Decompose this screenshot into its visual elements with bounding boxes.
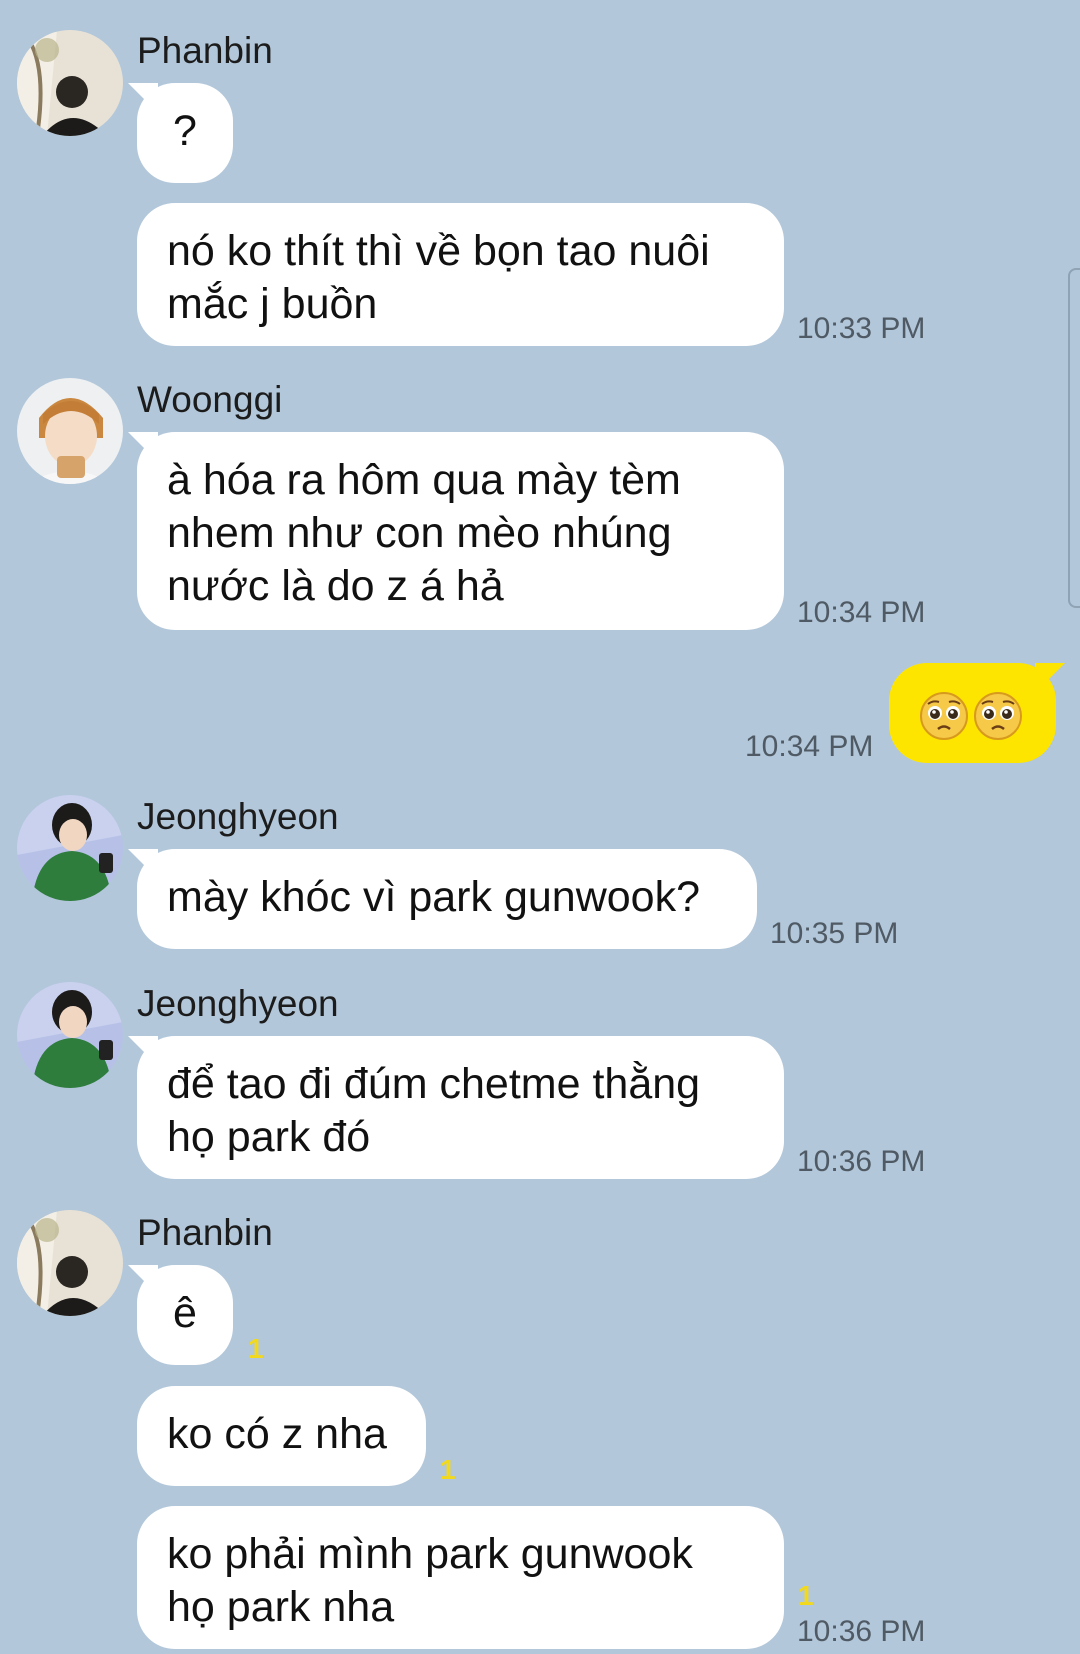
message-time: 10:35 PM [770, 917, 899, 950]
message-line: nhem như con mèo nhúng [167, 509, 672, 557]
avatar-phanbin[interactable] [17, 30, 123, 136]
chat-room[interactable]: Phanbin ? nó ko thít thì về bọn tao nuôi… [0, 0, 1080, 1654]
message-bubble[interactable]: mày khóc vì park gunwook? [137, 849, 757, 949]
avatar-woonggi[interactable] [17, 378, 123, 484]
scrollbar[interactable] [1068, 268, 1080, 608]
pleading-face-icon [920, 691, 968, 740]
message-line: nước là do z á hả [167, 562, 504, 610]
message-bubble[interactable]: để tao đi đúm chetme thằng họ park đó [137, 1036, 784, 1179]
sender-name: Phanbin [137, 30, 273, 71]
sender-name: Woonggi [137, 379, 283, 420]
sender-name: Phanbin [137, 1212, 273, 1253]
pleading-face-icon [974, 691, 1022, 740]
message-text: mày khóc vì park gunwook? [167, 873, 700, 921]
message-time: 10:33 PM [797, 312, 926, 345]
message-line: họ park nha [167, 1583, 395, 1631]
message-bubble[interactable]: ê [137, 1265, 233, 1365]
unread-count: 1 [440, 1454, 456, 1485]
message-text: ê [173, 1289, 197, 1337]
message-time: 10:36 PM [797, 1615, 926, 1648]
message-line: mắc j buồn [167, 280, 378, 328]
message-bubble[interactable]: ko có z nha [137, 1386, 426, 1486]
message-bubble[interactable]: nó ko thít thì về bọn tao nuôi mắc j buồ… [137, 203, 784, 346]
unread-count: 1 [248, 1333, 264, 1364]
message-line: ko phải mình park gunwook [167, 1530, 693, 1578]
message-bubble[interactable]: ko phải mình park gunwook họ park nha [137, 1506, 784, 1649]
avatar-jeonghyeon[interactable] [17, 982, 123, 1088]
message-line: để tao đi đúm chetme thằng [167, 1060, 701, 1108]
message-text: ko có z nha [167, 1410, 387, 1458]
message-bubble[interactable]: à hóa ra hôm qua mày tèm nhem như con mè… [137, 432, 784, 630]
message-line: à hóa ra hôm qua mày tèm [167, 456, 681, 504]
sender-name: Jeonghyeon [137, 983, 339, 1024]
message-line: nó ko thít thì về bọn tao nuôi [167, 227, 710, 275]
message-time: 10:34 PM [797, 596, 926, 629]
message-text: ? [173, 107, 197, 155]
unread-count: 1 [798, 1580, 814, 1611]
message-line: họ park đó [167, 1113, 371, 1161]
outgoing-message-bubble[interactable] [889, 663, 1056, 763]
message-time: 10:36 PM [797, 1145, 926, 1178]
message-bubble[interactable]: ? [137, 83, 233, 183]
avatar-phanbin[interactable] [17, 1210, 123, 1316]
sender-name: Jeonghyeon [137, 796, 339, 837]
avatar-jeonghyeon[interactable] [17, 795, 123, 901]
message-time: 10:34 PM [745, 730, 874, 763]
